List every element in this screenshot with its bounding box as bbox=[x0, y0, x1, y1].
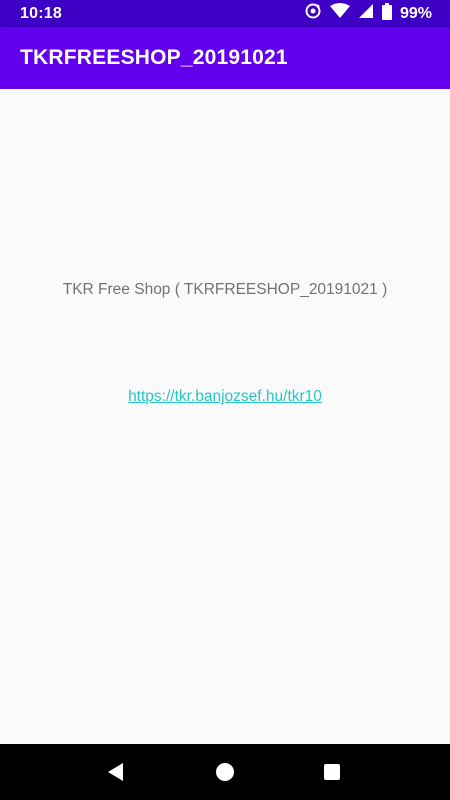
app-title: TKRFREESHOP_20191021 bbox=[20, 46, 288, 69]
recents-icon bbox=[324, 764, 340, 780]
back-button[interactable] bbox=[86, 744, 146, 800]
shop-link-container: https://tkr.banjozsef.hu/tkr10 bbox=[0, 388, 450, 406]
recents-button[interactable] bbox=[302, 744, 362, 800]
app-bar: TKRFREESHOP_20191021 bbox=[0, 27, 450, 89]
shop-link[interactable]: https://tkr.banjozsef.hu/tkr10 bbox=[128, 388, 322, 405]
battery-percent: 99% bbox=[399, 4, 432, 22]
home-button[interactable] bbox=[195, 744, 255, 800]
shop-title: TKR Free Shop ( TKRFREESHOP_20191021 ) bbox=[62, 281, 388, 298]
home-icon bbox=[216, 763, 234, 781]
screen: 10:18 99% TKRFREESHOP_20191021 TKR Free … bbox=[0, 0, 450, 800]
battery-icon bbox=[381, 2, 392, 25]
signal-icon bbox=[358, 3, 374, 24]
status-time: 10:18 bbox=[20, 4, 62, 22]
status-bar: 10:18 99% bbox=[0, 0, 450, 27]
sync-icon bbox=[304, 2, 322, 25]
main-content: TKR Free Shop ( TKRFREESHOP_20191021 ) h… bbox=[0, 89, 450, 744]
nav-bar bbox=[0, 744, 450, 800]
status-icons: 99% bbox=[304, 2, 432, 25]
wifi-icon bbox=[329, 3, 350, 24]
back-icon bbox=[108, 763, 123, 781]
